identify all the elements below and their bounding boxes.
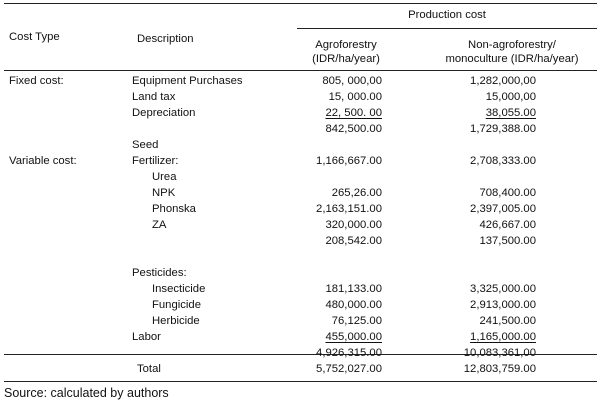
total-non-agroforestry: 12,803,759.00 [463,363,536,375]
row-non-agroforestry-value: 1,282,000,00 [470,75,536,87]
table-top-rule [4,3,597,4]
header-bottom-rule [4,70,597,71]
total-agroforestry: 5,752,027.00 [316,363,382,375]
production-cost-rule [297,28,597,29]
row-description: Equipment Purchases [132,75,243,87]
row-agroforestry-value: 76,125.00 [331,315,382,327]
table-bottom-rule [4,381,597,382]
total-label: Total [137,363,161,375]
header-description: Description [137,33,194,45]
header-nonagro-1: Non-agroforestry/ [468,39,556,51]
source-note: Source: calculated by authors [4,386,169,400]
row-description: Pesticides: [132,267,187,279]
row-agroforestry-value: 22, 500. 00 [325,107,382,119]
row-description: Urea [152,171,177,183]
row-description: ZA [152,219,167,231]
row-non-agroforestry-value: 2,708,333.00 [470,155,536,167]
header-production-cost: Production cost [408,9,486,21]
row-description: Herbicide [152,315,200,327]
row-non-agroforestry-value: 2,397,005.00 [470,203,536,215]
row-non-agroforestry-value: 10,083,361,00 [463,347,536,359]
row-description: Fertilizer: [132,155,179,167]
header-nonagro-2: monoculture (IDR/ha/year) [445,53,579,65]
row-non-agroforestry-value: 1,729,388.00 [470,123,536,135]
row-agroforestry-value: 842,500.00 [325,123,382,135]
row-description: Land tax [132,91,176,103]
row-non-agroforestry-value: 1,165,000.00 [470,331,536,343]
row-non-agroforestry-value: 3,325,000.00 [470,283,536,295]
header-agroforestry-2: (IDR/ha/year) [312,53,380,65]
row-non-agroforestry-value: 38,055.00 [485,107,536,119]
row-agroforestry-value: 4,926,315.00 [316,347,382,359]
row-agroforestry-value: 455,000.00 [325,331,382,343]
row-non-agroforestry-value: 2,913,000.00 [470,299,536,311]
row-agroforestry-value: 265,26.00 [331,187,382,199]
row-agroforestry-value: 15, 000.00 [328,91,382,103]
row-agroforestry-value: 2,163,151.00 [316,203,382,215]
row-non-agroforestry-value: 708,400.00 [479,187,536,199]
row-agroforestry-value: 480,000.00 [325,299,382,311]
row-non-agroforestry-value: 241,500.00 [479,315,536,327]
row-description: Fungicide [152,299,201,311]
row-description: Labor [132,331,161,343]
row-non-agroforestry-value: 15,000,00 [485,91,536,103]
row-non-agroforestry-value: 137,500.00 [479,235,536,247]
row-description: Seed [132,139,159,151]
row-description: Insecticide [152,283,206,295]
row-cost-type: Fixed cost: [9,75,64,87]
row-agroforestry-value: 208,542.00 [325,235,382,247]
row-agroforestry-value: 181,133.00 [325,283,382,295]
row-non-agroforestry-value: 426,667.00 [479,219,536,231]
row-description: Phonska [152,203,196,215]
header-agroforestry-1: Agroforestry [315,39,377,51]
row-agroforestry-value: 805, 000,00 [322,75,382,87]
row-description: NPK [152,187,176,199]
header-cost-type: Cost Type [9,31,60,43]
row-cost-type: Variable cost: [9,155,77,167]
row-description: Depreciation [132,107,196,119]
row-agroforestry-value: 320,000.00 [325,219,382,231]
row-agroforestry-value: 1,166,667.00 [316,155,382,167]
